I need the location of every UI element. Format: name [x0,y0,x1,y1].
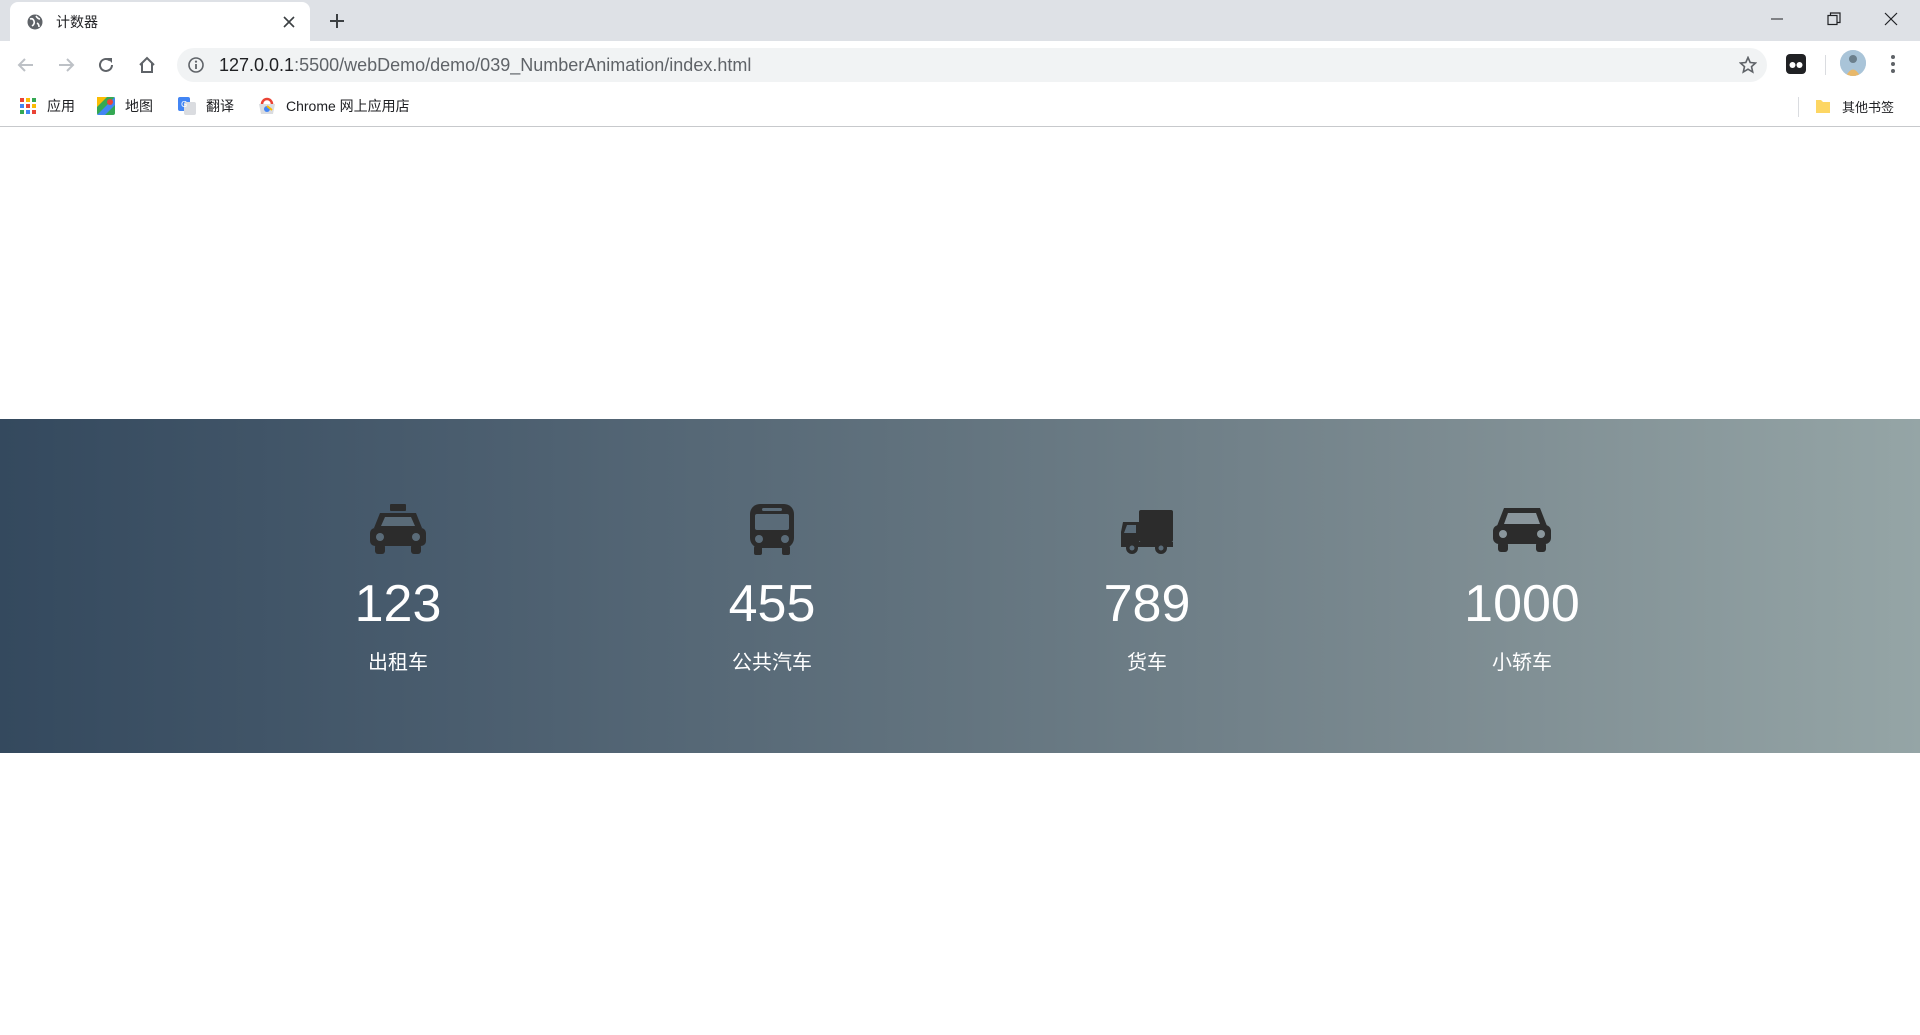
home-button[interactable] [131,49,163,81]
back-button[interactable] [10,49,42,81]
counter-car: 1000 小轿车 [1372,419,1672,753]
car-icon [1493,508,1551,552]
browser-tab[interactable]: 计数器 [10,2,310,41]
browser-toolbar: 127.0.0.1:5500/webDemo/demo/039_NumberAn… [0,41,1920,88]
site-info-icon[interactable] [187,56,205,74]
counter-value: 789 [1103,575,1191,633]
bookmark-webstore[interactable]: Chrome 网上应用店 [258,94,410,118]
translate-icon: G [178,97,196,115]
counter-band: 123 出租车 455 公共汽车 789 货车 1000 小轿车 [0,419,1920,753]
forward-button[interactable] [50,49,82,81]
other-bookmarks[interactable]: 其他书签 [1814,94,1894,118]
restore-window-button[interactable] [1805,0,1863,38]
url-text[interactable]: 127.0.0.1:5500/webDemo/demo/039_NumberAn… [219,56,751,74]
bookmark-label: Chrome 网上应用店 [286,98,410,114]
address-bar[interactable]: 127.0.0.1:5500/webDemo/demo/039_NumberAn… [177,48,1767,82]
bookmark-maps[interactable]: 地图 [97,94,153,118]
new-tab-button[interactable] [325,9,349,33]
reload-button[interactable] [90,49,122,81]
maps-icon [97,97,115,115]
folder-icon [1814,97,1832,115]
bookmark-label: 应用 [47,98,75,114]
counter-bus: 455 公共汽车 [622,419,922,753]
counter-value: 123 [354,575,442,633]
url-host: 127.0.0.1 [219,55,295,75]
tab-strip: 计数器 [0,0,1920,41]
truck-icon [1121,510,1173,554]
bookmark-label: 地图 [125,98,153,114]
minimize-window-button[interactable] [1748,0,1806,38]
bookmarks-divider [1798,97,1799,117]
more-menu-icon[interactable] [1880,50,1906,78]
bookmark-apps[interactable]: 应用 [19,94,75,118]
bookmark-translate[interactable]: G 翻译 [178,94,234,118]
counter-label: 货车 [1127,652,1167,674]
counter-value: 1000 [1464,575,1580,633]
bus-icon [750,504,794,555]
taxi-icon [370,504,426,554]
webstore-icon [258,97,276,115]
counter-value: 455 [728,575,816,633]
close-window-button[interactable] [1862,0,1920,38]
counter-label: 出租车 [368,652,428,674]
url-path: :5500/webDemo/demo/039_NumberAnimation/i… [294,55,752,75]
tab-title: 计数器 [56,13,98,30]
page-content: 123 出租车 455 公共汽车 789 货车 1000 小轿车 [0,128,1920,1035]
close-tab-icon[interactable] [278,11,300,33]
bookmark-label: 翻译 [206,98,234,114]
profile-avatar[interactable] [1840,50,1866,76]
other-bookmarks-label: 其他书签 [1842,99,1895,115]
bookmark-star-icon[interactable] [1737,54,1759,76]
counter-truck: 789 货车 [997,419,1297,753]
counter-taxi: 123 出租车 [248,419,548,753]
globe-icon [26,13,44,31]
svg-text:G: G [181,100,187,109]
bookmarks-bar: 应用 地图 G 翻译 Chrome 网上应用店 其他书签 [0,88,1920,127]
toolbar-divider [1825,55,1826,75]
apps-grid-icon [19,97,37,115]
extension-icon[interactable] [1782,50,1810,78]
counter-label: 小轿车 [1492,652,1552,674]
counter-label: 公共汽车 [732,652,812,674]
